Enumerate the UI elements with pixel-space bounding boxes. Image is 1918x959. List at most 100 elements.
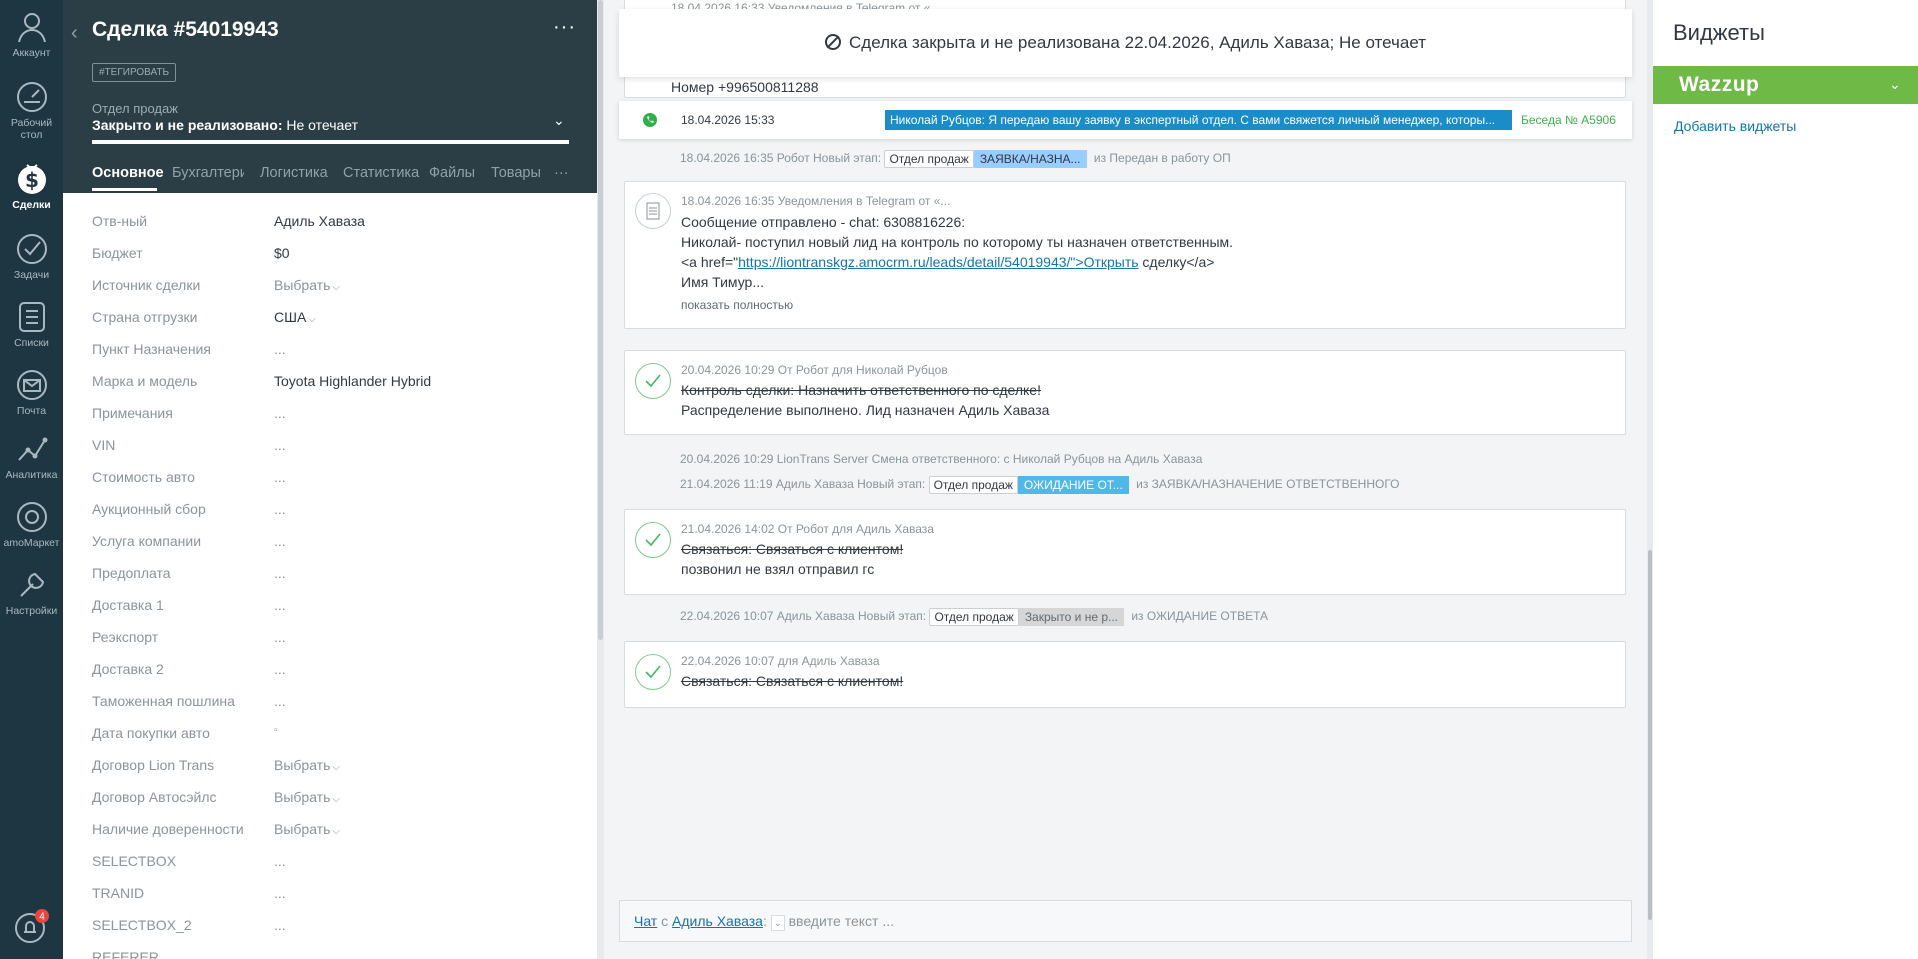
widgets-title: Виджеты (1673, 20, 1765, 45)
field-label: SELECTBOX_2 (92, 917, 192, 933)
account-icon (17, 13, 46, 43)
field-label: Пункт Назначения (92, 341, 211, 357)
whatsapp-icon (643, 113, 657, 127)
chat-dropdown-icon[interactable]: ⌄ (770, 915, 785, 931)
panel-scrollbar[interactable] (597, 0, 604, 959)
field-row: Наличие довереннoсти Выбрать ⌵ (92, 821, 572, 853)
task-result: позвонил не взял отправил гс (681, 561, 875, 577)
nav-item-settings[interactable]: Настройки (0, 568, 63, 617)
pipeline-status[interactable]: Закрыто и не реализовано: Не отечает (92, 117, 358, 133)
field-value[interactable]: $0 (274, 245, 290, 261)
field-label: TRANID (92, 885, 145, 901)
field-value[interactable]: ... (274, 917, 286, 933)
tasks-icon (16, 234, 47, 264)
tab-logistics[interactable]: Логистика (260, 165, 328, 181)
task-card: 21.04.2026 14:02 От Робот для Адиль Хава… (624, 509, 1626, 595)
chevron-down-icon[interactable]: ⌄ (1889, 76, 1901, 93)
nav-item-lists[interactable]: Списки (0, 300, 63, 349)
nav-item-analytics[interactable]: Аналитика (0, 432, 63, 481)
pipeline-label: Отдел продаж (92, 101, 178, 116)
field-value[interactable]: Адиль Хаваза (274, 213, 365, 229)
note-meta: 18.04.2026 16:35 Уведомления в Telegram … (681, 194, 951, 208)
back-arrow-icon[interactable]: ‹ (71, 22, 78, 45)
field-row: Предоплата... (92, 565, 572, 597)
note-line: <a href="https://liontranskgz.amocrm.ru/… (681, 252, 1233, 272)
notifications-bell[interactable]: 4 (0, 908, 63, 947)
scrollbar-thumb[interactable] (1648, 550, 1652, 920)
note-line: Имя Тимур... (681, 274, 764, 290)
whatsapp-message[interactable]: Николай Рубцов: Я передаю вашу заявку в … (885, 110, 1512, 130)
whatsapp-message-bar[interactable]: 18.04.2026 15:33 Николай Рубцов: Я перед… (619, 101, 1632, 139)
task-card: 22.04.2026 10:07 для Адиль Хаваза Связат… (624, 641, 1626, 708)
nav-label: Списки (14, 337, 49, 349)
more-menu-icon[interactable]: ··· (553, 16, 576, 39)
scrollbar-thumb[interactable] (598, 0, 603, 640)
nav-label: Сделки (12, 199, 51, 211)
check-icon (635, 363, 671, 399)
tab-more[interactable]: ··· (554, 165, 569, 181)
field-label: Наличие довереннoсти (92, 821, 244, 837)
tab-files[interactable]: Файлы (429, 165, 475, 181)
tab-products[interactable]: Товары (491, 165, 541, 181)
nav-item-mail[interactable]: Почта (0, 368, 63, 417)
field-label: Стоимость авто (92, 469, 195, 485)
field-label: Договор Lion Trans (92, 757, 215, 773)
field-value[interactable]: ... (274, 469, 286, 485)
calendar-icon[interactable]: ▫ (274, 725, 278, 736)
tab-statistics[interactable]: Статистика (343, 165, 419, 181)
field-value[interactable]: ... (274, 341, 286, 357)
field-row: Страна отгрузки США ⌵ (92, 309, 572, 341)
stage-badge: Закрыто и не р... (1018, 608, 1124, 626)
field-value[interactable]: ... (274, 565, 286, 581)
add-widgets-link[interactable]: Добавить виджеты (1674, 118, 1796, 134)
market-icon (16, 502, 47, 532)
field-select[interactable]: Выбрать ⌵ (274, 821, 340, 837)
field-value[interactable]: ... (274, 501, 286, 517)
event-meta: 22.04.2026 10:07 Адиль Хаваза Новый этап… (680, 609, 927, 624)
show-more-link[interactable]: показать полностью (681, 298, 793, 312)
field-label: Источник сделки (92, 277, 201, 293)
nav-item-deals[interactable]: $ Сделки (0, 160, 63, 211)
nav-item-market[interactable]: amoМаркет (0, 500, 63, 549)
note-text: Номер +996500811288 (671, 79, 819, 95)
nav-item-account[interactable]: Аккаунт (0, 8, 63, 59)
field-value[interactable]: ... (274, 405, 286, 421)
deal-fields: Отв-ный Адиль Хаваза Бюджет $0 Источник сд… (92, 213, 572, 959)
field-value[interactable]: ... (274, 693, 286, 709)
nav-item-tasks[interactable]: Задачи (0, 232, 63, 281)
field-select[interactable]: Выбрать ⌵ (274, 277, 340, 293)
field-value: Выбрать (274, 789, 331, 805)
nav-label: Рабочий стол (10, 117, 53, 141)
nav-label: amoМаркет (3, 537, 60, 549)
field-value[interactable]: Toyota Highlander Hybrid (274, 373, 431, 389)
tag-button[interactable]: #ТЕГИРОВАТЬ (92, 63, 177, 82)
field-value[interactable]: ... (274, 629, 286, 645)
wazzup-widget[interactable]: Wazzup ⌄ (1653, 66, 1918, 104)
field-row: Бюджет $0 (92, 245, 572, 277)
field-value[interactable]: ... (274, 885, 286, 901)
chevron-down-icon[interactable]: ⌄ (553, 112, 565, 129)
conversation-link[interactable]: Беседа № A5906 (1521, 113, 1616, 127)
tab-main[interactable]: Основное (92, 165, 164, 181)
event-pipeline: Отдел продаж (889, 152, 969, 166)
chat-type-link[interactable]: Чат (634, 913, 657, 929)
chat-recipient-link[interactable]: Адиль Хаваза (672, 913, 763, 929)
field-select[interactable]: Выбрать ⌵ (274, 757, 340, 773)
nav-item-dashboard[interactable]: Рабочий стол (0, 80, 63, 141)
nav-label: Задачи (13, 269, 50, 281)
deal-link[interactable]: https://liontranskgz.amocrm.ru/leads/det… (738, 254, 1138, 270)
field-value[interactable]: ... (274, 437, 286, 453)
deal-tabs: Основное Бухгалтерия Логистика Статистик… (92, 163, 592, 193)
event-from: из ОЖИДАНИЕ ОТВЕТА (1131, 609, 1269, 624)
field-select[interactable]: Выбрать ⌵ (274, 789, 340, 805)
chat-input[interactable]: введите текст ... (789, 913, 894, 929)
field-value[interactable]: ... (274, 661, 286, 677)
field-value[interactable]: ... (274, 533, 286, 549)
field-value: Выбрать (274, 821, 331, 837)
field-select[interactable]: США ⌵ (274, 309, 316, 325)
field-value[interactable]: ... (274, 597, 286, 613)
field-row: Договор Автосэйлс Выбрать ⌵ (92, 789, 572, 821)
field-row: Стоимость авто... (92, 469, 572, 501)
tab-accounting[interactable]: Бухгалтерия (172, 165, 244, 181)
field-value[interactable]: ... (274, 853, 286, 869)
